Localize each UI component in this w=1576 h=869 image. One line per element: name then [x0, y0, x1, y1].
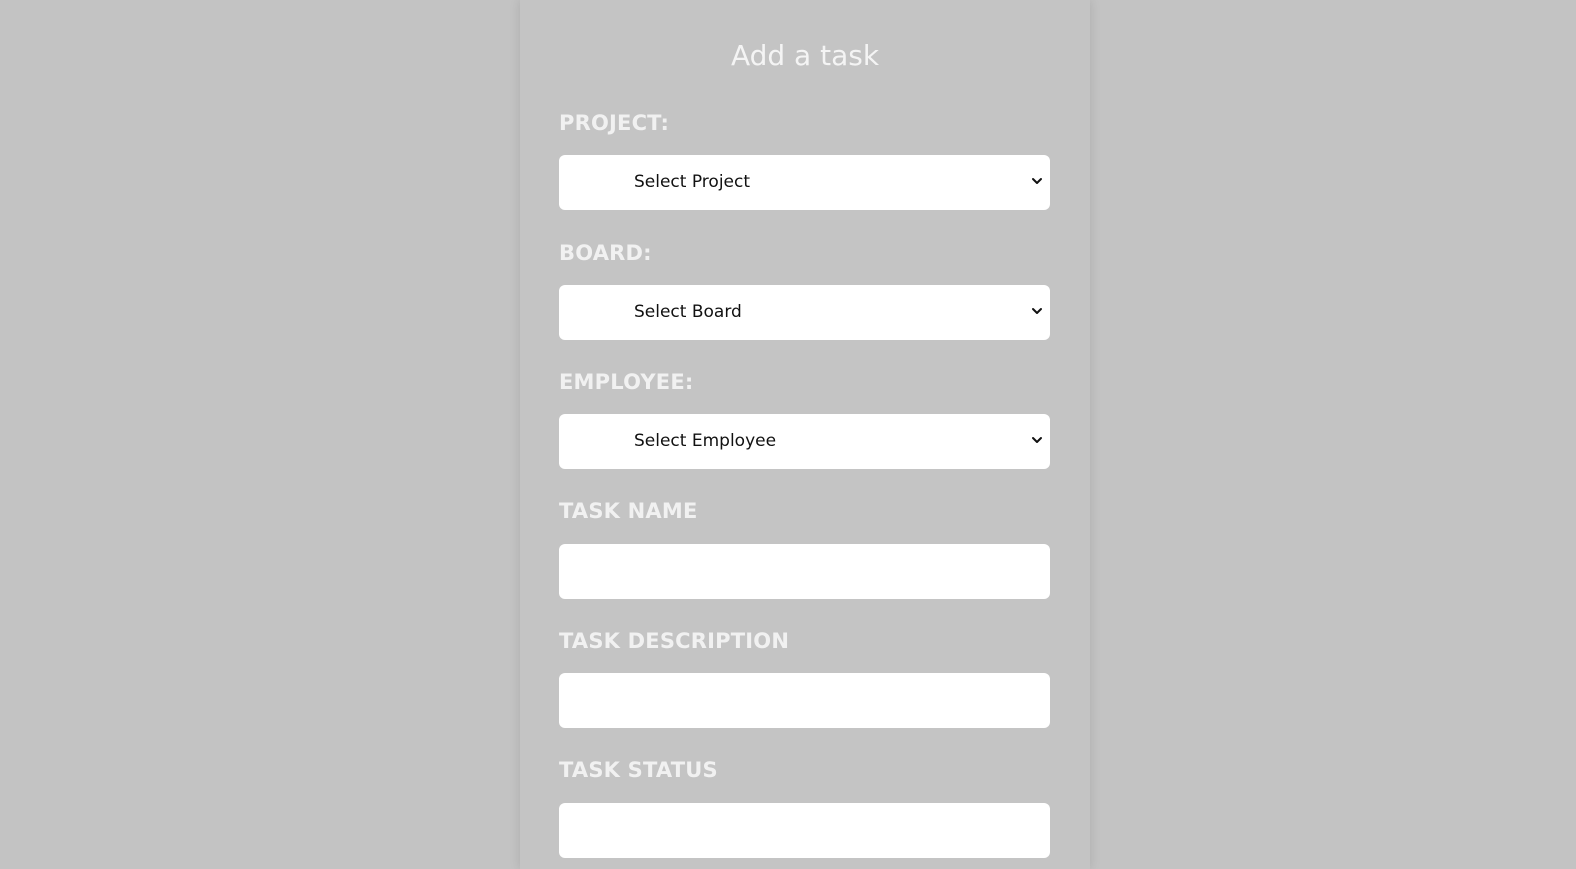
chevron-down-icon: [1032, 308, 1042, 314]
chevron-down-icon: [1032, 437, 1042, 443]
project-select[interactable]: Select Project: [559, 155, 1050, 210]
project-label: PROJECT:: [559, 111, 670, 135]
task-description-input[interactable]: [559, 673, 1050, 728]
task-name-label: TASK NAME: [559, 499, 698, 523]
board-label: BOARD:: [559, 241, 652, 265]
board-select-value: Select Board: [634, 302, 742, 322]
employee-select[interactable]: Select Employee: [559, 414, 1050, 469]
project-select-value: Select Project: [634, 172, 751, 192]
task-status-label: TASK STATUS: [559, 758, 718, 782]
task-name-input[interactable]: [559, 544, 1050, 599]
board-select[interactable]: Select Board: [559, 285, 1050, 340]
employee-select-value: Select Employee: [634, 431, 777, 451]
task-description-label: TASK DESCRIPTION: [559, 629, 790, 653]
form-title: Add a task: [730, 39, 880, 72]
chevron-down-icon: [1032, 178, 1042, 184]
add-task-form: Add a task PROJECT: Select Project BOARD…: [520, 0, 1090, 869]
employee-label: EMPLOYEE:: [559, 370, 694, 394]
task-status-input[interactable]: [559, 803, 1050, 858]
